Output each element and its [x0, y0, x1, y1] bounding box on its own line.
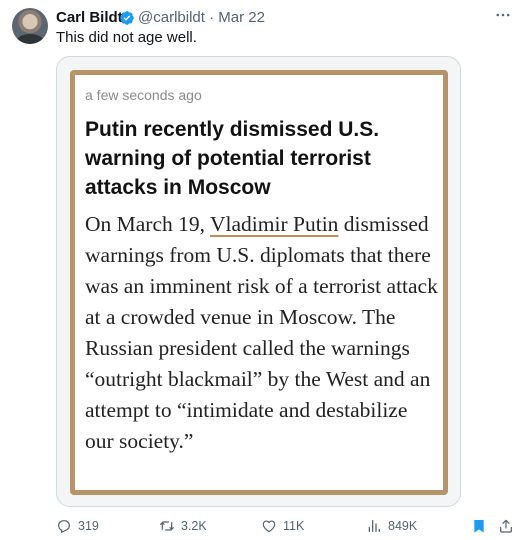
tweet-media-image[interactable]: a few seconds ago Putin recently dismiss…: [56, 56, 461, 507]
views-icon: [368, 520, 380, 532]
avatar-shoulders: [16, 34, 44, 44]
views-count: 849K: [388, 519, 418, 533]
heart-icon: [262, 520, 276, 533]
reply-count: 319: [78, 519, 99, 533]
author-name[interactable]: Carl Bildt: [56, 9, 123, 27]
reply-button[interactable]: 319: [56, 517, 99, 535]
article-screenshot-card: a few seconds ago Putin recently dismiss…: [70, 70, 448, 495]
author-handle-and-date[interactable]: @carlbildt · Mar 22: [138, 9, 265, 27]
like-count: 11K: [283, 519, 305, 533]
share-icon: [500, 519, 512, 533]
article-body-rest: dismissed warnings from U.S. diplomats t…: [85, 212, 438, 453]
repost-count: 3.2K: [181, 519, 207, 533]
bookmark-button[interactable]: [471, 517, 487, 535]
repost-button[interactable]: 3.2K: [159, 517, 207, 535]
tweet-actions-bar: 319 3.2K 11K 849K: [56, 517, 516, 535]
repost-icon: [160, 521, 174, 531]
like-button[interactable]: 11K: [261, 517, 304, 535]
share-button[interactable]: [498, 517, 514, 535]
article-body: On March 19, Vladimir Putin dismissed wa…: [85, 209, 441, 457]
tweet-text: This did not age well.: [56, 29, 197, 46]
article-body-link: Vladimir Putin: [210, 212, 339, 236]
article-timestamp: a few seconds ago: [85, 87, 202, 103]
verified-badge-icon: [120, 11, 134, 25]
more-icon[interactable]: [494, 6, 512, 24]
bookmark-icon: [474, 520, 484, 533]
author-avatar[interactable]: [12, 8, 48, 44]
reply-icon: [58, 520, 70, 534]
views-button[interactable]: 849K: [366, 517, 417, 535]
article-body-prefix: On March 19,: [85, 212, 211, 236]
article-headline: Putin recently dismissed U.S. warning of…: [85, 118, 380, 199]
